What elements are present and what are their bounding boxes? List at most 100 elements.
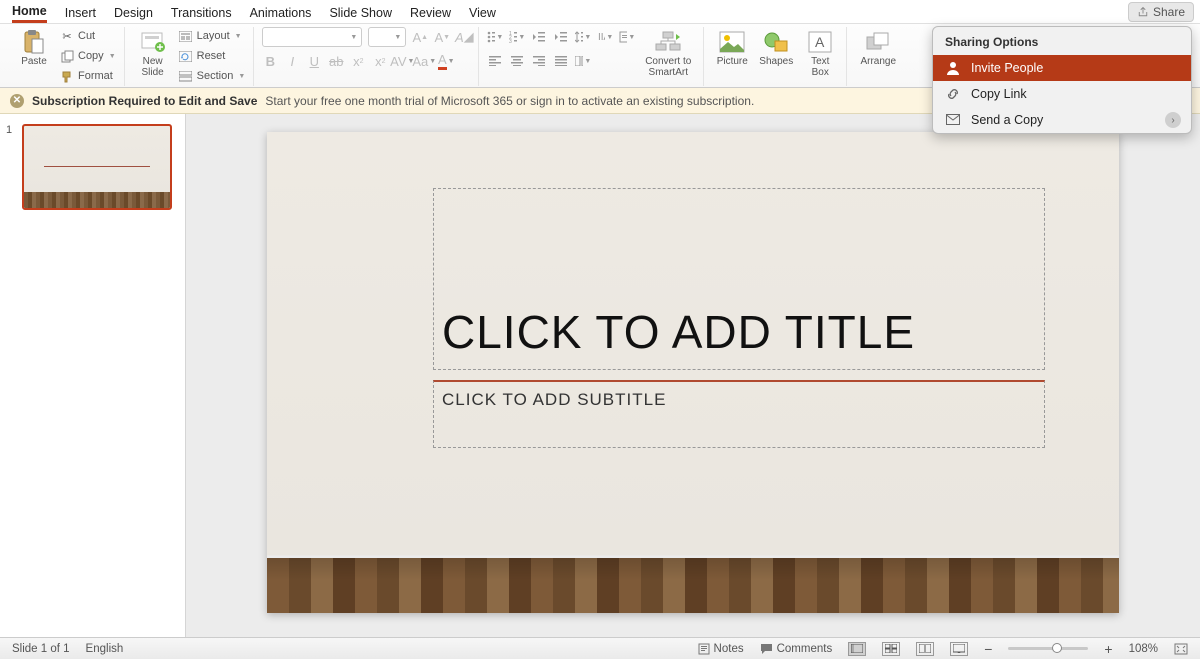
reset-button[interactable]: Reset xyxy=(177,47,248,65)
tab-insert[interactable]: Insert xyxy=(65,2,96,22)
align-center-icon[interactable] xyxy=(509,53,525,69)
paste-icon xyxy=(21,29,47,55)
arrange-label: Arrange xyxy=(860,57,896,68)
warning-icon: ✕ xyxy=(10,94,24,108)
textbox-button[interactable]: A Text Box xyxy=(800,27,840,78)
zoom-out-button[interactable]: − xyxy=(984,641,992,657)
tab-strip: Home Insert Design Transitions Animation… xyxy=(0,0,1200,24)
link-icon xyxy=(945,86,961,102)
reading-view-button[interactable] xyxy=(916,642,934,656)
align-left-icon[interactable] xyxy=(487,53,503,69)
envelope-icon xyxy=(945,112,961,128)
smartart-label: Convert to SmartArt xyxy=(645,57,691,78)
comments-button[interactable]: Comments xyxy=(760,643,833,655)
group-insert: Picture Shapes A Text Box xyxy=(706,27,847,86)
slide[interactable]: CLICK TO ADD TITLE CLICK TO ADD SUBTITLE xyxy=(267,132,1119,613)
layout-button[interactable]: Layout▼ xyxy=(177,27,248,45)
section-button[interactable]: Section▼ xyxy=(177,67,248,85)
picture-button[interactable]: Picture xyxy=(712,27,752,68)
zoom-thumb[interactable] xyxy=(1052,643,1062,653)
tab-animations[interactable]: Animations xyxy=(250,2,312,22)
font-family-select[interactable]: ▼ xyxy=(262,27,362,47)
justify-icon[interactable] xyxy=(553,53,569,69)
bold-icon[interactable]: B xyxy=(262,53,278,69)
indent-icon[interactable] xyxy=(553,29,569,45)
text-direction-icon[interactable]: IIA▼ xyxy=(597,29,613,45)
brush-icon xyxy=(60,69,74,83)
share-send-copy[interactable]: Send a Copy › xyxy=(933,107,1191,133)
strike-icon[interactable]: ab xyxy=(328,53,344,69)
zoom-slider[interactable] xyxy=(1008,647,1088,650)
comments-label: Comments xyxy=(777,643,833,655)
format-painter-button[interactable]: Format xyxy=(58,67,118,85)
reset-icon xyxy=(179,49,193,63)
tab-design[interactable]: Design xyxy=(114,2,153,22)
superscript-icon[interactable]: x2 xyxy=(372,53,388,69)
svg-text:3: 3 xyxy=(509,39,512,43)
outdent-icon[interactable] xyxy=(531,29,547,45)
smartart-icon xyxy=(655,29,681,55)
slideshow-view-button[interactable] xyxy=(950,642,968,656)
bullets-icon[interactable]: ▼ xyxy=(487,29,503,45)
slide-thumbnail-1[interactable] xyxy=(22,124,172,210)
language-indicator[interactable]: English xyxy=(86,643,124,655)
subtitle-placeholder-text: CLICK TO ADD SUBTITLE xyxy=(442,390,666,409)
tab-home[interactable]: Home xyxy=(12,0,47,23)
subscript-icon[interactable]: x2 xyxy=(350,53,366,69)
tab-transitions[interactable]: Transitions xyxy=(171,2,232,22)
group-clipboard: Paste ✂Cut Copy▼ Format xyxy=(8,27,125,86)
title-placeholder-text: CLICK TO ADD TITLE xyxy=(442,305,915,359)
reset-label: Reset xyxy=(197,50,226,62)
status-bar: Slide 1 of 1 English Notes Comments − + … xyxy=(0,637,1200,659)
section-icon xyxy=(179,69,193,83)
increase-font-icon[interactable]: A▲ xyxy=(412,29,428,45)
underline-icon[interactable]: U xyxy=(306,53,322,69)
tab-view[interactable]: View xyxy=(469,2,496,22)
share-copy-link[interactable]: Copy Link xyxy=(933,81,1191,107)
arrange-button[interactable]: Arrange xyxy=(855,27,901,68)
zoom-level[interactable]: 108% xyxy=(1129,643,1158,655)
thumbnail-panel: 1 xyxy=(0,114,186,637)
decrease-font-icon[interactable]: A▼ xyxy=(434,29,450,45)
line-spacing-icon[interactable]: ▼ xyxy=(575,29,591,45)
share-label: Share xyxy=(1153,5,1185,19)
format-label: Format xyxy=(78,70,113,82)
italic-icon[interactable]: I xyxy=(284,53,300,69)
copy-button[interactable]: Copy▼ xyxy=(58,47,118,65)
font-color-icon[interactable]: A▼ xyxy=(438,53,454,69)
paste-button[interactable]: Paste xyxy=(14,27,54,68)
convert-smartart-button[interactable]: Convert to SmartArt xyxy=(639,27,697,78)
sendcopy-label: Send a Copy xyxy=(971,113,1043,127)
shapes-button[interactable]: Shapes xyxy=(756,27,796,68)
shapes-label: Shapes xyxy=(759,57,793,68)
font-size-select[interactable]: ▼ xyxy=(368,27,406,47)
change-case-icon[interactable]: Aa▼ xyxy=(416,53,432,69)
normal-view-button[interactable] xyxy=(848,642,866,656)
columns-icon[interactable]: ▼ xyxy=(575,53,591,69)
clear-formatting-icon[interactable]: A◢ xyxy=(456,29,472,45)
scissors-icon: ✂ xyxy=(60,29,74,43)
sharing-popover: Sharing Options Invite People Copy Link … xyxy=(932,26,1192,134)
share-button[interactable]: Share xyxy=(1128,2,1194,22)
sorter-view-button[interactable] xyxy=(882,642,900,656)
slide-canvas-area[interactable]: CLICK TO ADD TITLE CLICK TO ADD SUBTITLE xyxy=(186,114,1200,637)
notes-button[interactable]: Notes xyxy=(698,643,744,655)
fit-window-button[interactable] xyxy=(1174,643,1188,655)
subtitle-placeholder[interactable]: CLICK TO ADD SUBTITLE xyxy=(433,380,1045,448)
share-invite-people[interactable]: Invite People xyxy=(933,55,1191,81)
align-right-icon[interactable] xyxy=(531,53,547,69)
cut-button[interactable]: ✂Cut xyxy=(58,27,118,45)
align-text-icon[interactable]: ▼ xyxy=(619,29,635,45)
tab-slideshow[interactable]: Slide Show xyxy=(329,2,392,22)
zoom-in-button[interactable]: + xyxy=(1104,641,1112,657)
chevron-right-icon: › xyxy=(1165,112,1181,128)
share-icon xyxy=(1137,6,1149,18)
char-spacing-icon[interactable]: AV▼ xyxy=(394,53,410,69)
picture-label: Picture xyxy=(717,57,748,68)
arrange-icon xyxy=(865,29,891,55)
tab-review[interactable]: Review xyxy=(410,2,451,22)
new-slide-button[interactable]: New Slide xyxy=(133,27,173,78)
numbering-icon[interactable]: 123▼ xyxy=(509,29,525,45)
thumb-number: 1 xyxy=(6,124,16,210)
title-placeholder[interactable]: CLICK TO ADD TITLE xyxy=(433,188,1045,370)
